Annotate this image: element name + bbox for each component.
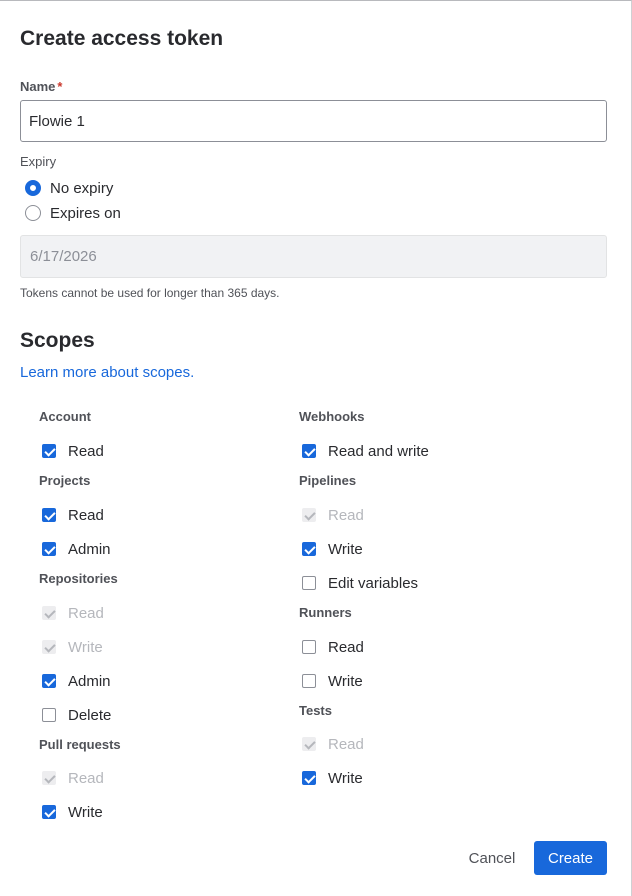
scope-group-pull-requests: Pull requests: [39, 737, 121, 752]
scope-projects-admin-checkbox[interactable]: [42, 542, 56, 556]
radio-expires-on-control[interactable]: [25, 205, 41, 221]
scope-projects-admin-label: Admin: [68, 540, 111, 558]
scope-group-runners: Runners: [299, 605, 352, 620]
scope-webhooks-read-write-label: Read and write: [328, 442, 429, 460]
scope-projects-read[interactable]: Read: [42, 506, 104, 524]
scope-pull-requests-read-checkbox: [42, 771, 56, 785]
scope-webhooks-read-write-checkbox[interactable]: [302, 444, 316, 458]
name-input[interactable]: [20, 100, 607, 142]
scope-account-read[interactable]: Read: [42, 442, 104, 460]
scope-repositories-admin-label: Admin: [68, 672, 111, 690]
scope-group-account: Account: [39, 409, 91, 424]
scope-repositories-write-label: Write: [68, 638, 103, 656]
scope-repositories-admin-checkbox[interactable]: [42, 674, 56, 688]
create-token-dialog: Create access token Name* Expiry No expi…: [0, 0, 632, 896]
scope-repositories-delete-checkbox[interactable]: [42, 708, 56, 722]
radio-no-expiry-control[interactable]: [25, 180, 41, 196]
scope-pull-requests-write-checkbox[interactable]: [42, 805, 56, 819]
scope-pipelines-read: Read: [302, 506, 364, 524]
radio-expires-on-label: Expires on: [50, 204, 121, 222]
scope-pull-requests-write-label: Write: [68, 803, 103, 821]
scope-repositories-write: Write: [42, 638, 103, 656]
scope-account-read-checkbox[interactable]: [42, 444, 56, 458]
expiry-label: Expiry: [20, 154, 57, 169]
scope-pull-requests-read-label: Read: [68, 769, 104, 787]
scope-repositories-read-checkbox: [42, 606, 56, 620]
cancel-button[interactable]: Cancel: [456, 841, 528, 875]
scope-repositories-read: Read: [42, 604, 104, 622]
scope-group-webhooks: Webhooks: [299, 409, 365, 424]
radio-no-expiry-label: No expiry: [50, 179, 114, 197]
scope-runners-read-checkbox[interactable]: [302, 640, 316, 654]
scope-projects-read-label: Read: [68, 506, 104, 524]
scope-repositories-admin[interactable]: Admin: [42, 672, 111, 690]
scope-webhooks-read-write[interactable]: Read and write: [302, 442, 429, 460]
name-label: Name *: [20, 79, 62, 95]
scope-projects-read-checkbox[interactable]: [42, 508, 56, 522]
scope-pipelines-edit-variables-label: Edit variables: [328, 574, 419, 592]
scope-group-tests: Tests: [299, 703, 332, 718]
scope-tests-write-label: Write: [328, 769, 363, 787]
scope-repositories-delete-label: Delete: [68, 706, 112, 724]
scope-tests-write[interactable]: Write: [302, 769, 363, 787]
expiry-helper-text: Tokens cannot be used for longer than 36…: [20, 286, 280, 300]
scope-repositories-delete[interactable]: Delete: [42, 706, 111, 724]
name-label-text: Name: [20, 79, 56, 94]
radio-expires-on[interactable]: Expires on: [25, 203, 121, 223]
scope-repositories-read-label: Read: [68, 604, 104, 622]
scope-pipelines-edit-variables-checkbox[interactable]: [302, 576, 316, 590]
create-button[interactable]: Create: [534, 841, 607, 875]
scope-pull-requests-write[interactable]: Write: [42, 803, 103, 821]
scope-projects-admin[interactable]: Admin: [42, 540, 111, 558]
scope-runners-read[interactable]: Read: [302, 638, 364, 656]
scope-pipelines-read-label: Read: [328, 506, 364, 524]
scope-tests-read-checkbox: [302, 737, 316, 751]
learn-more-scopes-link[interactable]: Learn more about scopes.: [20, 364, 194, 381]
scope-runners-write-checkbox[interactable]: [302, 674, 316, 688]
scope-pipelines-write-checkbox[interactable]: [302, 542, 316, 556]
scopes-heading: Scopes: [20, 329, 95, 352]
scope-account-read-label: Read: [68, 442, 104, 460]
scope-repositories-write-checkbox: [42, 640, 56, 654]
scope-pipelines-write-label: Write: [328, 540, 363, 558]
required-asterisk: *: [57, 79, 63, 94]
scope-pipelines-read-checkbox: [302, 508, 316, 522]
scope-tests-read: Read: [302, 735, 364, 753]
scope-runners-read-label: Read: [328, 638, 364, 656]
scope-pipelines-write[interactable]: Write: [302, 540, 363, 558]
dialog-title: Create access token: [20, 27, 224, 50]
radio-no-expiry[interactable]: No expiry: [25, 178, 113, 198]
scope-group-pipelines: Pipelines: [299, 473, 357, 488]
scope-group-projects: Projects: [39, 473, 91, 488]
scope-group-repositories: Repositories: [39, 571, 118, 586]
scope-tests-read-label: Read: [328, 735, 364, 753]
scope-pull-requests-read: Read: [42, 769, 104, 787]
scope-tests-write-checkbox[interactable]: [302, 771, 316, 785]
scope-runners-write-label: Write: [328, 672, 363, 690]
expiry-date-input: [20, 235, 607, 278]
scope-pipelines-edit-variables[interactable]: Edit variables: [302, 574, 418, 592]
scope-runners-write[interactable]: Write: [302, 672, 363, 690]
